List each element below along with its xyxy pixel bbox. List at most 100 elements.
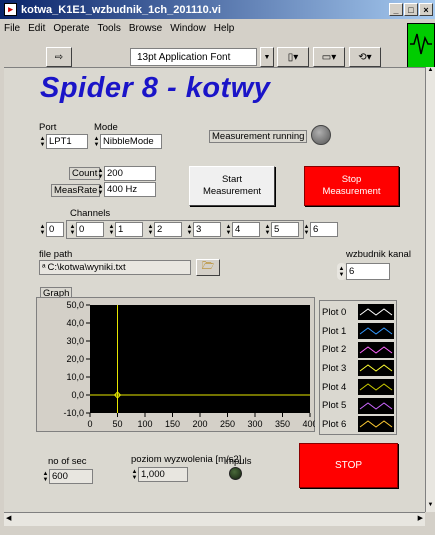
minimize-button[interactable]: _: [389, 3, 403, 16]
reorder-icon[interactable]: ⟲▾: [349, 47, 381, 67]
channel-6[interactable]: ▲ ▼ 6: [303, 222, 338, 237]
stop-measure-line1: Stop: [341, 174, 362, 185]
file-path-value[interactable]: ᵃ C:\kotwa\wyniki.txt: [39, 260, 191, 275]
channels-index[interactable]: ▲ ▼ 0: [39, 222, 64, 237]
no-of-sec-value[interactable]: 600: [49, 469, 93, 484]
wzbudnik-spin-icon[interactable]: ▲ ▼: [337, 263, 346, 280]
channels-index-value[interactable]: 0: [46, 222, 64, 237]
legend-label: Plot 1: [322, 325, 347, 337]
measrate-value[interactable]: 400 Hz: [104, 182, 156, 197]
panel-title: Spider 8 - kotwy: [40, 72, 271, 104]
count-value[interactable]: 200: [104, 166, 156, 181]
channel-0-value[interactable]: 0: [76, 222, 104, 237]
menu-operate[interactable]: Operate: [53, 23, 89, 34]
channel-4-spin-icon[interactable]: ▲ ▼: [225, 222, 232, 237]
align-objects-icon[interactable]: ▯▾: [277, 47, 309, 67]
impuls-led: [229, 467, 242, 480]
channel-2-value[interactable]: 2: [154, 222, 182, 237]
mode-spin-icon[interactable]: ▲ ▼: [93, 134, 100, 149]
legend-item[interactable]: Plot 3: [322, 359, 394, 378]
start-measurement-button[interactable]: Start Measurement: [189, 166, 275, 206]
no-of-sec-spin-icon[interactable]: ▲ ▼: [42, 469, 49, 484]
browse-folder-icon[interactable]: 🗁: [196, 259, 220, 276]
legend-item[interactable]: Plot 1: [322, 322, 394, 341]
file-path-control[interactable]: ᵃ C:\kotwa\wyniki.txt: [39, 260, 191, 275]
poziom-value[interactable]: 1,000: [138, 467, 188, 482]
run-arrow-icon[interactable]: ⇨: [46, 47, 72, 67]
x-tick-label: 100: [137, 419, 152, 429]
channel-5-value[interactable]: 5: [271, 222, 299, 237]
menu-tools[interactable]: Tools: [98, 23, 121, 34]
stop-button[interactable]: STOP: [299, 443, 398, 488]
channel-6-value[interactable]: 6: [310, 222, 338, 237]
scroll-left-icon[interactable]: ◀: [6, 514, 11, 522]
start-line2: Measurement: [202, 186, 262, 197]
menu-help[interactable]: Help: [214, 23, 235, 34]
measrate-spin-icon[interactable]: ▲ ▼: [97, 182, 104, 197]
legend-label: Plot 5: [322, 400, 347, 412]
channels-index-spin-icon[interactable]: ▲ ▼: [39, 222, 46, 237]
font-dropdown-icon[interactable]: ▼: [260, 47, 274, 67]
menu-edit[interactable]: Edit: [28, 23, 45, 34]
channel-6-spin-icon[interactable]: ▲ ▼: [303, 222, 310, 237]
poziom-spin-icon[interactable]: ▲ ▼: [131, 467, 138, 482]
path-icon: ᵃ: [42, 262, 46, 273]
file-path-label: file path: [39, 249, 73, 260]
channel-1-spin-icon[interactable]: ▲ ▼: [108, 222, 115, 237]
horizontal-scrollbar[interactable]: ◀ ▶: [4, 512, 425, 526]
close-button[interactable]: ×: [419, 3, 433, 16]
channel-3-value[interactable]: 3: [193, 222, 221, 237]
port-control[interactable]: ▲ ▼ LPT1: [39, 134, 88, 149]
x-tick-label: 400: [302, 419, 315, 429]
menu-browse[interactable]: Browse: [129, 23, 162, 34]
legend-item[interactable]: Plot 4: [322, 378, 394, 397]
legend-label: Plot 2: [322, 344, 347, 356]
port-spin-icon[interactable]: ▲ ▼: [39, 134, 46, 149]
scroll-right-icon[interactable]: ▶: [418, 514, 423, 522]
vertical-scrollbar[interactable]: ▲ ▼: [425, 67, 435, 512]
measurement-running-label: Measurement running: [209, 130, 308, 143]
no-of-sec-control[interactable]: ▲ ▼ 600: [42, 469, 93, 484]
channels-label: Channels: [70, 208, 111, 219]
count-label: Count: [69, 167, 101, 180]
poziom-control[interactable]: ▲ ▼ 1,000: [131, 467, 188, 482]
legend-item[interactable]: Plot 2: [322, 340, 394, 359]
font-selector[interactable]: 13pt Application Font: [130, 48, 257, 66]
count-control[interactable]: ▲ ▼ 200: [97, 166, 156, 181]
mode-control[interactable]: ▲ ▼ NibbleMode: [93, 134, 162, 149]
count-spin-icon[interactable]: ▲ ▼: [97, 166, 104, 181]
channel-1-value[interactable]: 1: [115, 222, 143, 237]
scroll-up-icon[interactable]: ▲: [426, 67, 435, 77]
channel-3-spin-icon[interactable]: ▲ ▼: [186, 222, 193, 237]
channels-array: ▲ ▼ 0 ▲ ▼ 1 ▲ ▼ 2 ▲ ▼ 3 ▲ ▼ 4 ▲ ▼ 5 ▲ ▼ 6: [66, 220, 338, 239]
legend-item[interactable]: Plot 5: [322, 396, 394, 415]
channel-4-value[interactable]: 4: [232, 222, 260, 237]
mode-value[interactable]: NibbleMode: [100, 134, 162, 149]
y-tick-label: 10,0: [66, 372, 84, 382]
port-label: Port: [39, 122, 57, 133]
menu-window[interactable]: Window: [170, 23, 206, 34]
channel-3[interactable]: ▲ ▼ 3: [186, 222, 221, 237]
port-value[interactable]: LPT1: [46, 134, 88, 149]
channel-5-spin-icon[interactable]: ▲ ▼: [264, 222, 271, 237]
channel-2-spin-icon[interactable]: ▲ ▼: [147, 222, 154, 237]
wzbudnik-value[interactable]: 6: [346, 263, 390, 280]
channel-0-spin-icon[interactable]: ▲ ▼: [69, 222, 76, 237]
maximize-button[interactable]: □: [404, 3, 418, 16]
scroll-down-icon[interactable]: ▼: [426, 502, 435, 512]
window-titlebar: ▸ kotwa_K1E1_wzbudnik_1ch_201110.vi: [0, 0, 435, 19]
channel-5[interactable]: ▲ ▼ 5: [264, 222, 299, 237]
start-line1: Start: [221, 174, 243, 185]
wzbudnik-control[interactable]: ▲ ▼ 6: [337, 263, 390, 280]
channel-4[interactable]: ▲ ▼ 4: [225, 222, 260, 237]
legend-item[interactable]: Plot 0: [322, 303, 394, 322]
menu-file[interactable]: File: [4, 23, 20, 34]
y-tick-label: 30,0: [66, 336, 84, 346]
distribute-objects-icon[interactable]: ▭▾: [313, 47, 345, 67]
stop-measurement-button[interactable]: Stop Measurement: [304, 166, 399, 206]
channel-2[interactable]: ▲ ▼ 2: [147, 222, 182, 237]
measrate-control[interactable]: ▲ ▼ 400 Hz: [97, 182, 156, 197]
channel-1[interactable]: ▲ ▼ 1: [108, 222, 143, 237]
channel-0[interactable]: ▲ ▼ 0: [69, 222, 104, 237]
legend-item[interactable]: Plot 6: [322, 415, 394, 434]
